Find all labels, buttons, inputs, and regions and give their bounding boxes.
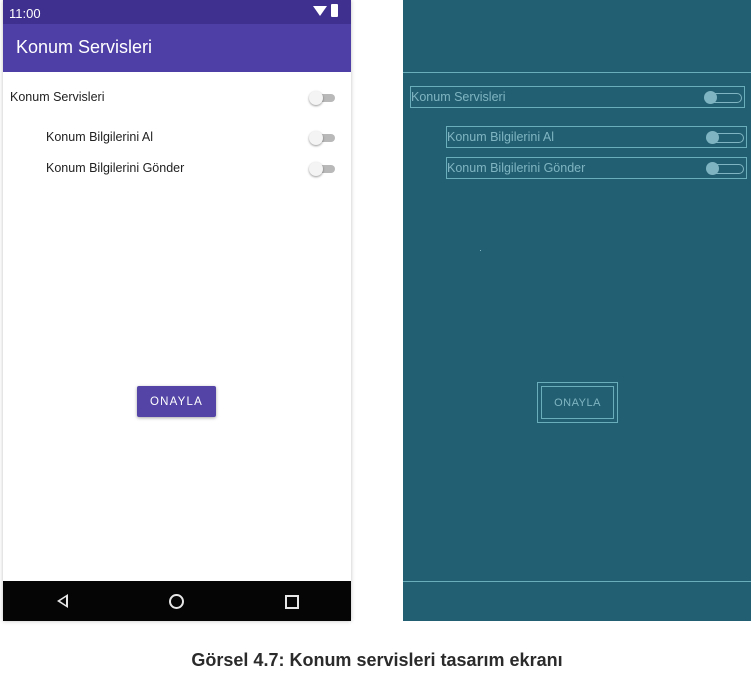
wifi-icon (313, 6, 327, 16)
setting-label-get-location: Konum Bilgilerini Al (46, 130, 153, 144)
battery-icon (331, 4, 338, 17)
switch-thumb (309, 131, 323, 145)
confirm-button[interactable]: ONAYLA (137, 386, 216, 417)
status-bar: 11:00 (3, 0, 351, 24)
setting-label-location-services: Konum Servisleri (10, 90, 105, 104)
home-icon[interactable] (169, 594, 184, 609)
switch-thumb (704, 91, 717, 104)
get-location-switch[interactable] (309, 131, 335, 145)
design-preview-phone: 11:00 Konum Servisleri Konum Servisleri … (3, 0, 351, 621)
send-location-switch[interactable] (309, 162, 335, 176)
blueprint-row-location-services[interactable]: Konum Servisleri (410, 86, 745, 108)
switch-thumb (706, 162, 719, 175)
blueprint-row-get-location[interactable]: Konum Bilgilerini Al (446, 126, 747, 148)
setting-row-get-location[interactable]: Konum Bilgilerini Al (3, 126, 351, 150)
blueprint-label-get-location: Konum Bilgilerini Al (447, 130, 554, 144)
switch-thumb (309, 162, 323, 176)
blueprint-switch[interactable] (706, 131, 744, 144)
blueprint-label-send-location: Konum Bilgilerini Gönder (447, 161, 586, 175)
app-bar: Konum Servisleri (3, 24, 351, 72)
setting-row-send-location[interactable]: Konum Bilgilerini Gönder (3, 157, 351, 181)
status-icons (313, 4, 343, 18)
blueprint-anchor-dot (480, 250, 481, 251)
switch-thumb (706, 131, 719, 144)
switch-thumb (309, 91, 323, 105)
app-title: Konum Servisleri (16, 37, 153, 57)
location-services-switch[interactable] (309, 91, 335, 105)
blueprint-layout-frame: Konum Servisleri Konum Bilgilerini Al Ko… (403, 72, 751, 582)
blueprint-row-send-location[interactable]: Konum Bilgilerini Gönder (446, 157, 747, 179)
back-icon[interactable] (57, 594, 68, 608)
blueprint-switch[interactable] (706, 162, 744, 175)
navigation-bar (3, 581, 351, 621)
blueprint-confirm-button[interactable]: ONAYLA (537, 382, 618, 423)
blueprint-label-location-services: Konum Servisleri (411, 90, 506, 104)
figure-caption: Görsel 4.7: Konum servisleri tasarım ekr… (191, 650, 563, 670)
setting-label-send-location: Konum Bilgilerini Gönder (46, 161, 185, 175)
status-time: 11:00 (9, 6, 41, 21)
blueprint-preview: Konum Servisleri Konum Bilgilerini Al Ko… (403, 0, 751, 621)
recent-apps-icon[interactable] (285, 595, 299, 609)
setting-row-location-services[interactable]: Konum Servisleri (3, 86, 351, 110)
blueprint-switch[interactable] (704, 91, 742, 104)
blueprint-button-label: ONAYLA (541, 386, 614, 419)
